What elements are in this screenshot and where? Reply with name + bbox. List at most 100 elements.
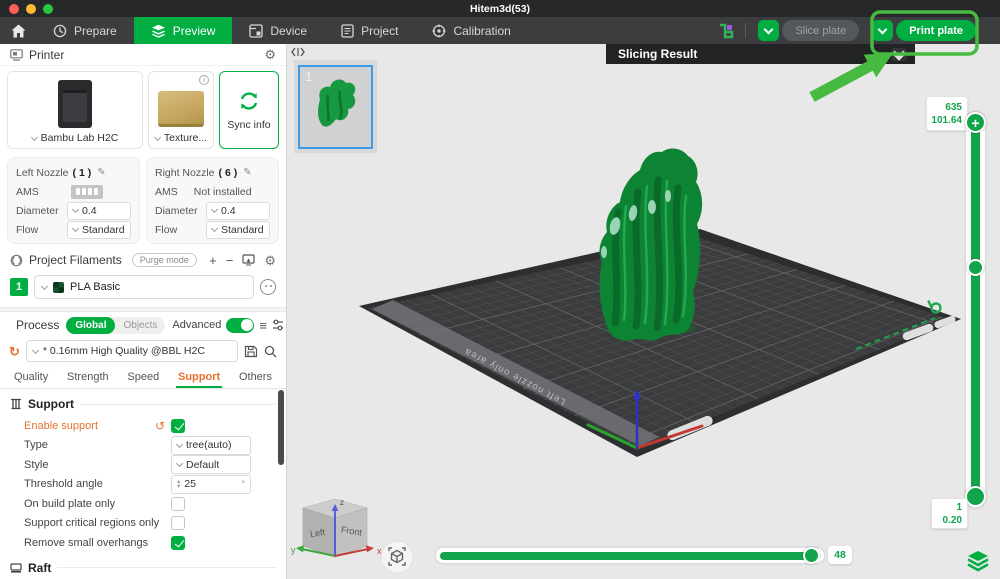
printer-settings-gear-icon[interactable]: ⚙ [264, 48, 276, 61]
tab-strength[interactable]: Strength [66, 367, 110, 387]
filament-menu-icon[interactable] [260, 279, 276, 295]
right-diameter-select[interactable]: 0.4 [206, 202, 270, 220]
right-flow-select[interactable]: Standard [206, 221, 270, 239]
tune-icon[interactable] [272, 319, 284, 331]
plate-type-image [158, 91, 204, 127]
step-slider[interactable] [436, 548, 824, 563]
layer-slider-upper-handle[interactable] [967, 259, 984, 276]
tab-prepare-label: Prepare [74, 24, 117, 38]
tab-preview[interactable]: Preview [134, 17, 233, 44]
sidebar-collapse-button[interactable] [290, 45, 306, 58]
project-icon [341, 24, 354, 38]
advanced-toggle[interactable] [226, 318, 254, 333]
tab-quality[interactable]: Quality [13, 367, 49, 387]
printer-name[interactable]: Bambu Lab H2C [41, 132, 119, 144]
support-type-select[interactable]: tree(auto) [171, 436, 251, 455]
nozzle-settings: Left Nozzle ( 1 ) ✎ AMS Diameter 0.4 [0, 154, 286, 247]
remove-filament-button[interactable]: − [226, 254, 234, 267]
plate-type-name[interactable]: Texture... [164, 132, 207, 144]
scope-toggle[interactable]: Global Objects [66, 317, 165, 334]
filament-sync-icon[interactable] [242, 254, 255, 266]
zoom-button[interactable] [43, 4, 53, 14]
enable-support-checkbox[interactable] [171, 419, 185, 433]
setting-on-build-plate-only: On build plate only [0, 494, 286, 514]
left-flow-select[interactable]: Standard [67, 221, 131, 239]
tab-prepare[interactable]: Prepare [36, 17, 134, 44]
minimize-button[interactable] [26, 4, 36, 14]
plate-thumbnail-card[interactable]: 1 [294, 60, 377, 153]
support-section-header: Support [0, 389, 286, 416]
search-icon[interactable] [264, 345, 277, 358]
main-navbar: Prepare Preview Device Project [0, 17, 1000, 44]
right-flow-value: Standard [221, 224, 264, 236]
filament-select[interactable]: PLA Basic [34, 275, 254, 299]
print-plate-button[interactable]: Print plate [896, 20, 976, 41]
add-filament-button[interactable]: + [209, 254, 217, 267]
chevron-down-icon [32, 346, 39, 353]
expand-results-icon[interactable] [891, 48, 907, 61]
threshold-angle-value[interactable]: 25 [184, 478, 237, 490]
plate-type-card[interactable]: i Texture... [148, 71, 214, 149]
scope-global[interactable]: Global [66, 317, 115, 334]
close-button[interactable] [9, 4, 19, 14]
info-icon[interactable]: i [199, 75, 209, 85]
support-style-select[interactable]: Default [171, 455, 251, 474]
chevron-down-icon [176, 441, 183, 448]
preset-select[interactable]: * 0.16mm High Quality @BBL H2C [26, 340, 238, 362]
preview-icon [151, 24, 166, 38]
chevron-down-icon [31, 133, 38, 140]
tab-calibration[interactable]: Calibration [415, 17, 527, 44]
scope-objects[interactable]: Objects [115, 317, 165, 334]
edit-icon[interactable]: ✎ [97, 167, 105, 178]
slice-plate-button[interactable]: Slice plate [782, 20, 859, 41]
critical-regions-only-label: Support critical regions only [24, 517, 171, 529]
layer-slider-track[interactable] [971, 121, 980, 499]
slicing-result-bar[interactable]: Slicing Result [606, 44, 915, 64]
settings-scrollbar[interactable] [278, 390, 284, 465]
diameter-label: Diameter [155, 205, 198, 217]
cube-axis-z-label: z [340, 498, 344, 507]
list-view-icon[interactable]: ≡ [259, 319, 267, 332]
save-preset-icon[interactable] [244, 345, 258, 358]
purge-mode-button[interactable]: Purge mode [132, 253, 197, 267]
setting-threshold-angle: Threshold angle ▴▾ 25 ° [0, 475, 286, 495]
plate-arrange-button[interactable] [717, 22, 735, 40]
fit-view-button[interactable] [381, 541, 413, 573]
tab-project[interactable]: Project [324, 17, 415, 44]
layer-range-slider[interactable]: + [966, 112, 985, 508]
sync-info-card[interactable]: Sync info [219, 71, 279, 149]
navigation-cube[interactable]: Left Front z y x [291, 498, 382, 557]
undo-icon[interactable]: ↺ [155, 420, 165, 432]
left-diameter-select[interactable]: 0.4 [67, 202, 131, 220]
critical-regions-only-checkbox[interactable] [171, 516, 185, 530]
plate-thumbnail-selected[interactable]: 1 [298, 65, 373, 149]
step-slider-fill [440, 552, 812, 560]
filament-settings-gear-icon[interactable]: ⚙ [264, 254, 276, 267]
tab-support[interactable]: Support [177, 367, 221, 387]
remove-small-overhangs-checkbox[interactable] [171, 536, 185, 550]
tab-speed[interactable]: Speed [126, 367, 160, 387]
top-layer-height: 101.64 [931, 114, 962, 127]
step-slider-handle[interactable] [803, 547, 820, 564]
slice-options-dropdown[interactable] [758, 20, 779, 41]
printed-model[interactable] [600, 149, 703, 341]
edit-icon[interactable]: ✎ [243, 167, 251, 178]
layer-slider-add-handle[interactable]: + [965, 112, 986, 133]
threshold-angle-spinner[interactable]: ▴▾ 25 ° [171, 475, 251, 494]
spinner-arrows-icon[interactable]: ▴▾ [177, 479, 180, 489]
home-button[interactable] [0, 17, 36, 44]
print-options-dropdown[interactable] [872, 20, 893, 41]
right-nozzle-count: ( 6 ) [219, 167, 238, 179]
chevron-down-icon [154, 133, 161, 140]
layers-view-button[interactable] [968, 551, 988, 570]
preset-reset-icon[interactable]: ↻ [9, 345, 20, 358]
layer-slider-lower-handle[interactable] [965, 486, 986, 507]
left-nozzle-card: Left Nozzle ( 1 ) ✎ AMS Diameter 0.4 [7, 157, 140, 244]
app-window: Left nozzle only area [0, 0, 1000, 579]
threshold-angle-unit: ° [241, 479, 245, 489]
on-build-plate-only-checkbox[interactable] [171, 497, 185, 511]
tab-device[interactable]: Device [232, 17, 324, 44]
ams-unit-icon[interactable] [71, 185, 103, 199]
tab-others[interactable]: Others [238, 367, 273, 387]
printer-card[interactable]: Bambu Lab H2C [7, 71, 143, 149]
